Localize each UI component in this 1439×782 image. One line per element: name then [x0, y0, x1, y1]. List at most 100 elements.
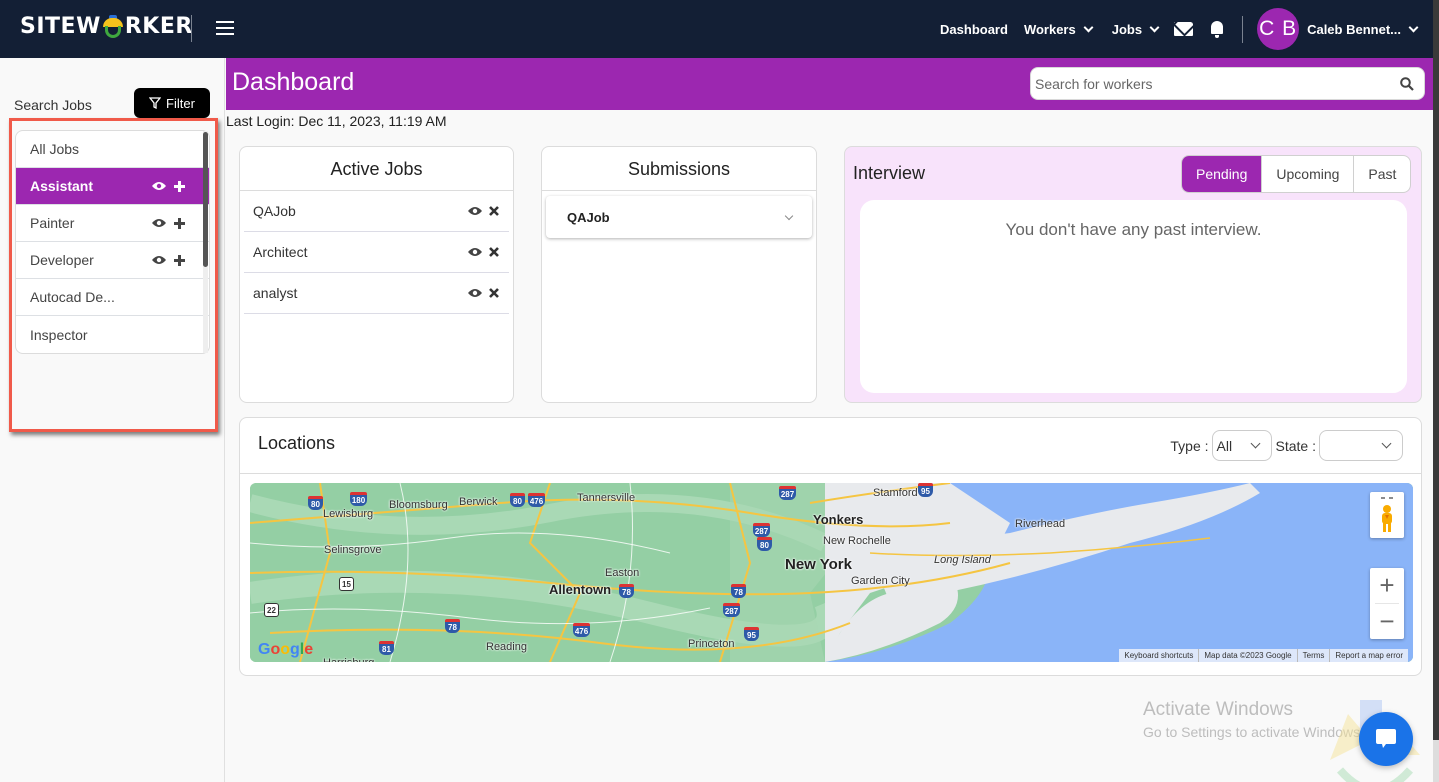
- nav-jobs[interactable]: Jobs: [1112, 22, 1160, 37]
- highway-shield: 78: [619, 584, 634, 598]
- sitewoker-logo[interactable]: SITEW RKER: [20, 14, 193, 39]
- nav-workers[interactable]: Workers: [1024, 22, 1094, 37]
- job-item-label: Assistant: [30, 178, 94, 194]
- menu-toggle-icon[interactable]: [216, 21, 234, 35]
- state-select[interactable]: [1319, 430, 1403, 461]
- eye-icon[interactable]: [152, 181, 166, 191]
- eye-icon[interactable]: [152, 255, 166, 265]
- top-navbar: SITEW RKER Dashboard Workers Jobs C B Ca…: [0, 0, 1439, 58]
- interview-card: Interview Pending Upcoming Past You don'…: [844, 146, 1422, 403]
- job-item-inspector[interactable]: Inspector: [16, 316, 209, 353]
- page-scrollbar[interactable]: [1433, 0, 1439, 782]
- plus-icon[interactable]: [174, 180, 185, 192]
- map-label: Berwick: [459, 496, 498, 508]
- page-scrollbar-thumb[interactable]: [1433, 0, 1439, 740]
- page-header: Dashboard: [226, 58, 1439, 110]
- highway-shield: 78: [731, 584, 746, 598]
- highway-shield: 80: [308, 496, 323, 510]
- nav-divider: [1242, 15, 1244, 43]
- chevron-down-icon: [1408, 22, 1419, 32]
- last-login-text: Last Login: Dec 11, 2023, 11:19 AM: [226, 113, 447, 129]
- highway-shield: 80: [510, 493, 525, 507]
- job-item-label: Painter: [30, 215, 75, 231]
- zoom-in-button[interactable]: +: [1370, 568, 1404, 603]
- search-jobs-label: Search Jobs: [14, 97, 92, 113]
- tab-past[interactable]: Past: [1353, 156, 1410, 192]
- job-item-all-jobs[interactable]: All Jobs: [16, 131, 209, 168]
- tab-pending[interactable]: Pending: [1182, 156, 1262, 192]
- highway-shield: 95: [744, 627, 759, 641]
- google-logo[interactable]: Google: [258, 641, 313, 659]
- type-select[interactable]: All: [1211, 430, 1272, 461]
- user-menu[interactable]: Caleb Bennet...: [1307, 22, 1419, 37]
- job-item-autocad[interactable]: Autocad De...: [16, 279, 209, 316]
- active-job-label: Architect: [253, 244, 308, 260]
- nav-links: Dashboard Workers Jobs C B Caleb Bennet.…: [940, 0, 1439, 58]
- eye-icon[interactable]: [468, 288, 482, 298]
- state-label: State :: [1275, 437, 1316, 454]
- close-icon[interactable]: [489, 288, 499, 298]
- chevron-down-icon: [784, 211, 794, 220]
- map-label: Bloomsburg: [389, 499, 448, 511]
- locations-divider: [240, 473, 1421, 474]
- job-list-scrollbar-thumb[interactable]: [203, 132, 208, 267]
- worker-search-box[interactable]: [1030, 67, 1425, 100]
- map-zoom-control: + −: [1370, 568, 1404, 639]
- close-icon[interactable]: [489, 247, 499, 257]
- street-view-pegman-icon[interactable]: [1370, 492, 1404, 538]
- map-label: Garden City: [851, 575, 910, 587]
- filter-button[interactable]: Filter: [134, 88, 210, 118]
- job-item-label: Developer: [30, 252, 94, 268]
- locations-title: Locations: [258, 433, 336, 453]
- nav-divider: [191, 15, 192, 42]
- interview-tabs: Pending Upcoming Past: [1181, 155, 1412, 193]
- mail-icon[interactable]: [1174, 22, 1194, 36]
- job-item-assistant[interactable]: Assistant: [16, 168, 209, 205]
- map-label: Harrisburg: [323, 657, 374, 662]
- highway-shield: 15: [339, 577, 354, 591]
- map-label: Riverhead: [1015, 518, 1066, 530]
- highway-shield: 476: [528, 493, 545, 507]
- plus-icon[interactable]: [174, 217, 185, 229]
- submissions-card: Submissions QAJob: [541, 146, 817, 403]
- report-map-error-link[interactable]: Report a map error: [1329, 649, 1408, 662]
- type-label: Type :: [1170, 437, 1209, 454]
- eye-icon[interactable]: [468, 206, 482, 216]
- chevron-down-icon: [1149, 22, 1160, 32]
- job-item-label: All Jobs: [30, 141, 80, 157]
- map-label: Tannersville: [577, 492, 636, 504]
- avatar[interactable]: C B: [1257, 8, 1300, 50]
- map-data-attribution: Map data ©2023 Google: [1198, 649, 1296, 662]
- map-label: Lewisburg: [323, 508, 374, 520]
- map[interactable]: Lewisburg Bloomsburg Berwick Tannersvill…: [250, 483, 1413, 662]
- map-label: Yonkers: [813, 512, 864, 527]
- zoom-out-button[interactable]: −: [1370, 604, 1404, 639]
- active-job-label: QAJob: [253, 203, 296, 219]
- plus-icon[interactable]: [174, 254, 185, 266]
- interview-title: Interview: [853, 163, 926, 183]
- search-icon[interactable]: [1400, 76, 1414, 91]
- nav-dashboard[interactable]: Dashboard: [940, 22, 1008, 37]
- keyboard-shortcuts-link[interactable]: Keyboard shortcuts: [1119, 649, 1198, 662]
- map-label: Allentown: [549, 582, 612, 597]
- highway-shield: 22: [264, 603, 279, 617]
- tab-upcoming[interactable]: Upcoming: [1261, 156, 1353, 192]
- interview-panel: You don't have any past interview.: [860, 200, 1407, 393]
- highway-shield: 78: [445, 619, 460, 633]
- map-label: Reading: [486, 641, 527, 653]
- worker-search-input[interactable]: [1035, 75, 1400, 92]
- submission-accordion-item[interactable]: QAJob: [546, 196, 812, 238]
- job-item-painter[interactable]: Painter: [16, 205, 209, 242]
- logo-text-left: SITEW: [20, 14, 101, 39]
- eye-icon[interactable]: [152, 218, 166, 228]
- active-jobs-card: Active Jobs QAJob Architect analyst: [239, 146, 514, 403]
- job-item-developer[interactable]: Developer: [16, 242, 209, 279]
- chat-button[interactable]: [1359, 712, 1413, 766]
- bell-icon[interactable]: [1210, 21, 1224, 38]
- eye-icon[interactable]: [468, 247, 482, 257]
- highway-shield: 80: [757, 537, 772, 551]
- submission-label: QAJob: [567, 209, 610, 225]
- map-label: Easton: [605, 567, 640, 579]
- terms-link[interactable]: Terms: [1296, 649, 1330, 662]
- close-icon[interactable]: [489, 206, 499, 216]
